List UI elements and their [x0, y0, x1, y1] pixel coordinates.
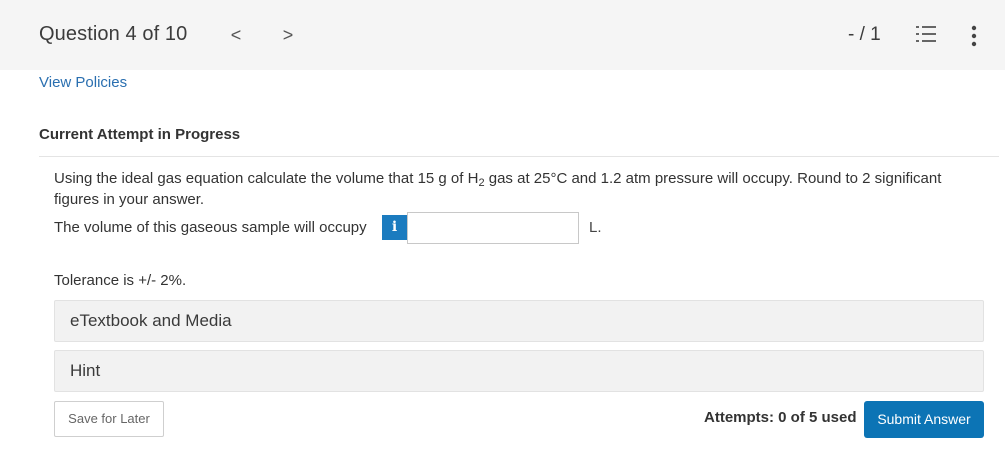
- unit-label: L.: [589, 219, 602, 236]
- more-vertical-icon[interactable]: [964, 24, 984, 48]
- hint-panel[interactable]: Hint: [54, 350, 984, 392]
- answer-label: The volume of this gaseous sample will o…: [54, 219, 367, 236]
- save-for-later-button[interactable]: Save for Later: [54, 401, 164, 437]
- attempt-heading: Current Attempt in Progress: [39, 126, 241, 143]
- previous-question-button[interactable]: <: [224, 22, 248, 48]
- numbered-list-icon[interactable]: [915, 25, 937, 45]
- question-title: Question 4 of 10: [39, 23, 188, 45]
- etextbook-media-panel[interactable]: eTextbook and Media: [54, 300, 984, 342]
- divider: [39, 156, 999, 157]
- info-button[interactable]: i: [382, 215, 407, 240]
- attempts-counter: Attempts: 0 of 5 used: [704, 409, 857, 426]
- tolerance-text: Tolerance is +/- 2%.: [54, 272, 187, 289]
- submit-answer-button[interactable]: Submit Answer: [864, 401, 984, 438]
- question-text-before: Using the ideal gas equation calculate t…: [54, 170, 479, 187]
- view-policies-link[interactable]: View Policies: [39, 74, 127, 91]
- next-question-button[interactable]: >: [276, 22, 300, 48]
- score-display: - / 1: [848, 24, 881, 45]
- question-header: Question 4 of 10 < > - / 1: [0, 0, 1005, 70]
- volume-answer-input[interactable]: [407, 212, 579, 244]
- question-prompt: Using the ideal gas equation calculate t…: [54, 168, 989, 210]
